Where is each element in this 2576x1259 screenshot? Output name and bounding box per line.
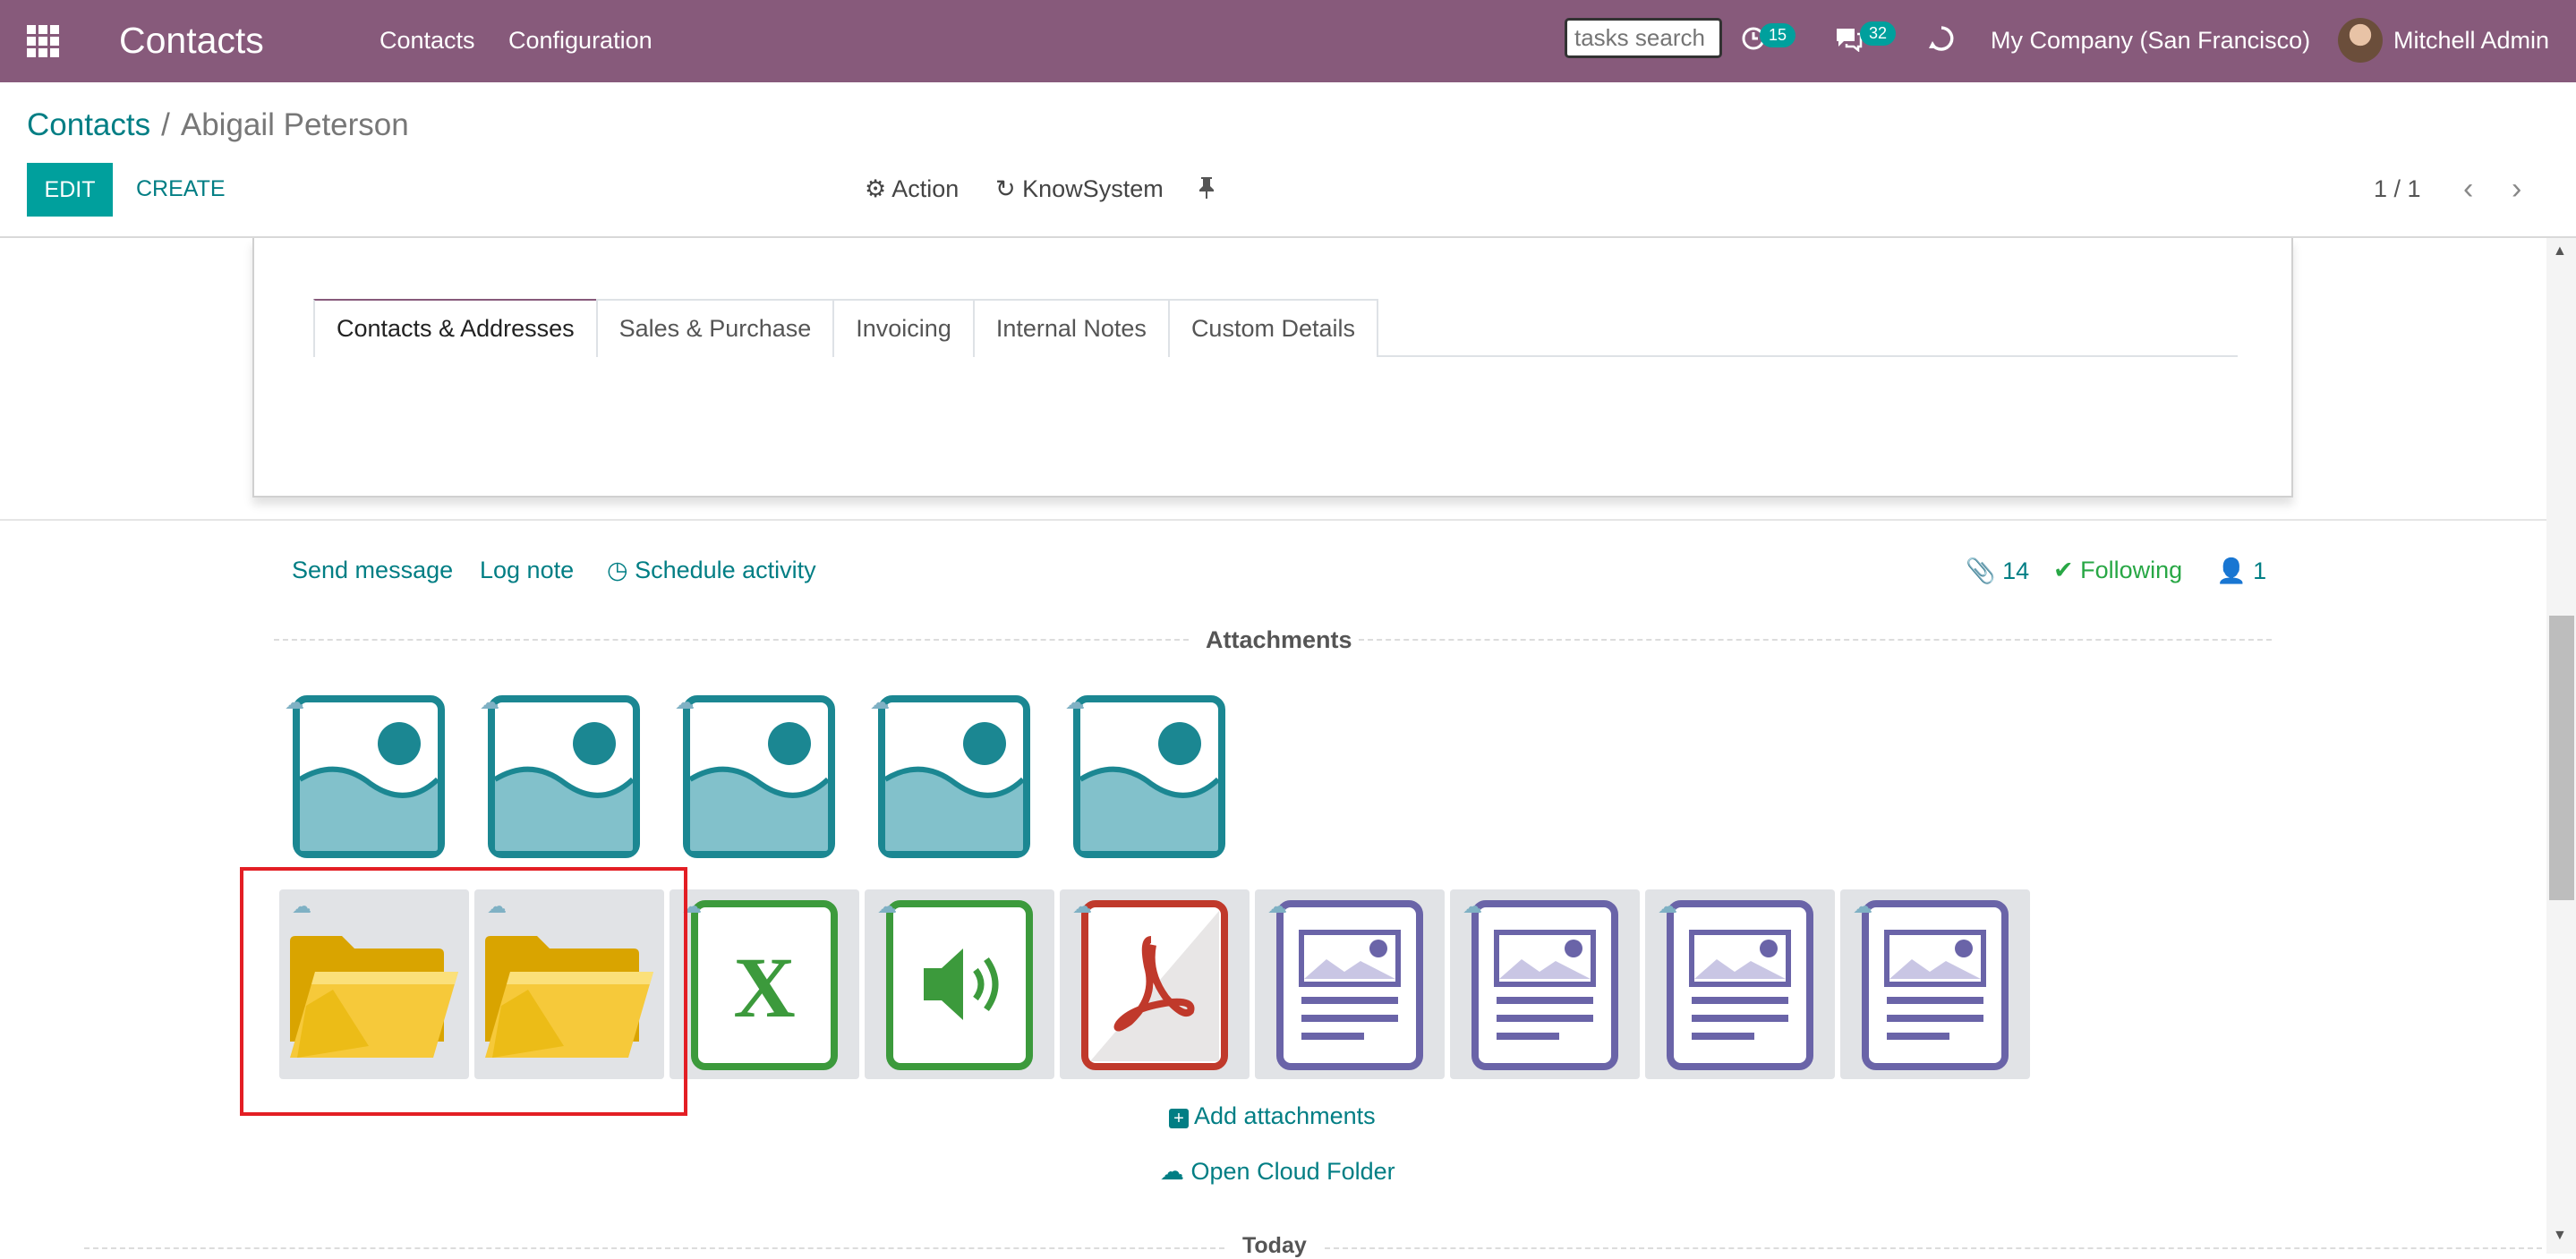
send-message-button[interactable]: Send message: [292, 557, 453, 584]
apps-menu-icon[interactable]: [27, 25, 61, 57]
control-panel: Contacts / Abigail Peterson EDIT CREATE ⚙ …: [0, 82, 2576, 238]
today-label: Today: [1242, 1233, 1307, 1258]
attachments-count: 14: [2002, 557, 2030, 584]
image-attachment-image-icon[interactable]: [682, 694, 836, 859]
create-button[interactable]: CREATE: [136, 176, 226, 202]
user-avatar[interactable]: [2338, 18, 2383, 63]
edit-button[interactable]: EDIT: [27, 163, 113, 217]
scroll-down-icon[interactable]: ▼: [2553, 1228, 2567, 1244]
pager-previous-icon[interactable]: ‹: [2463, 172, 2473, 207]
chatter-divider: [0, 519, 2546, 521]
activity-count-badge: 15: [1760, 23, 1796, 47]
cloud-sync-icon: ☁: [1267, 895, 1287, 917]
top-navbar: Contacts Contacts Configuration 15 32 My…: [0, 0, 2576, 82]
tab-contacts-addresses[interactable]: Contacts & Addresses: [313, 299, 598, 357]
selection-highlight-box: [240, 867, 687, 1116]
cloud-sync-icon: ☁: [1853, 895, 1872, 917]
scroll-up-icon[interactable]: ▲: [2553, 243, 2567, 259]
company-switcher[interactable]: My Company (San Francisco): [1991, 27, 2310, 55]
cloud-icon: ☁: [1160, 1158, 1184, 1185]
today-divider-left: [84, 1247, 1224, 1249]
clock-icon: ◷: [607, 557, 628, 583]
svg-text:X: X: [733, 940, 795, 1035]
pin-icon[interactable]: [1198, 175, 1215, 207]
action-menu[interactable]: ⚙ Action: [865, 175, 959, 203]
breadcrumb: Contacts / Abigail Peterson: [27, 107, 409, 143]
cloud-sync-icon: ☁: [285, 691, 304, 713]
breadcrumb-contacts-link[interactable]: Contacts: [27, 107, 150, 142]
paperclip-icon: 📎: [1966, 557, 1996, 584]
messages-count-badge: 32: [1860, 21, 1897, 46]
open-cloud-folder-label: Open Cloud Folder: [1190, 1158, 1395, 1185]
menu-configuration[interactable]: Configuration: [508, 27, 653, 55]
following-label: Following: [2080, 557, 2183, 583]
cloud-sync-icon: ☁: [480, 691, 499, 713]
tab-internal-notes[interactable]: Internal Notes: [972, 299, 1170, 357]
breadcrumb-current: Abigail Peterson: [180, 107, 409, 142]
tab-custom-details[interactable]: Custom Details: [1167, 299, 1378, 357]
schedule-activity-button[interactable]: ◷ Schedule activity: [607, 557, 816, 584]
user-icon: 👤: [2216, 557, 2247, 584]
user-menu[interactable]: Mitchell Admin: [2393, 27, 2549, 55]
attachments-count-button[interactable]: 📎 14: [1966, 557, 2029, 585]
cloud-sync-icon: ☁: [877, 895, 897, 917]
cloud-sync-icon: ☁: [1072, 895, 1092, 917]
breadcrumb-separator: /: [161, 107, 170, 142]
log-note-button[interactable]: Log note: [480, 557, 574, 584]
menu-contacts[interactable]: Contacts: [380, 27, 475, 55]
action-label: Action: [891, 175, 960, 202]
image-attachment-image-icon[interactable]: [877, 694, 1031, 859]
pager-next-icon[interactable]: ›: [2512, 172, 2521, 207]
messages-chat-icon[interactable]: [1833, 25, 1864, 58]
followers-button[interactable]: 👤 1: [2216, 557, 2266, 585]
tab-invoicing[interactable]: Invoicing: [832, 299, 975, 357]
gear-icon: ⚙: [865, 175, 887, 202]
cloud-sync-icon: ☁: [870, 691, 890, 713]
knowsystem-menu[interactable]: ↻ KnowSystem: [995, 175, 1164, 203]
schedule-activity-label: Schedule activity: [635, 557, 816, 583]
add-attachments-button[interactable]: + Add attachments: [1169, 1102, 1376, 1130]
cloud-sync-icon: ☁: [1065, 691, 1085, 713]
scrollbar-thumb[interactable]: [2549, 616, 2574, 900]
refresh-sync-icon[interactable]: [1926, 23, 1957, 60]
plus-square-icon: +: [1169, 1109, 1189, 1128]
knowsystem-label: KnowSystem: [1022, 175, 1164, 202]
image-attachment-image-icon[interactable]: [1072, 694, 1226, 859]
today-divider-right: [1325, 1247, 2542, 1249]
refresh-icon: ↻: [995, 175, 1016, 202]
app-title: Contacts: [119, 20, 264, 61]
cloud-sync-icon: ☁: [1658, 895, 1677, 917]
attachments-title: Attachments: [1206, 626, 1352, 653]
notebook-tabs: Contacts & Addresses Sales & Purchase In…: [313, 297, 2238, 357]
following-button[interactable]: ✔ Following: [2053, 557, 2182, 584]
check-icon: ✔: [2053, 557, 2074, 583]
pager-value: 1 / 1: [2374, 175, 2421, 202]
cloud-sync-icon: ☁: [1463, 895, 1482, 917]
add-attachments-label: Add attachments: [1194, 1102, 1376, 1129]
open-cloud-folder-button[interactable]: ☁ Open Cloud Folder: [1160, 1158, 1395, 1186]
image-attachment-image-icon[interactable]: [487, 694, 641, 859]
image-attachment-image-icon[interactable]: [292, 694, 446, 859]
tab-sales-purchase[interactable]: Sales & Purchase: [595, 299, 835, 357]
tasks-search-input[interactable]: [1565, 18, 1722, 58]
followers-count: 1: [2253, 557, 2267, 584]
cloud-sync-icon: ☁: [675, 691, 695, 713]
form-sheet: Contacts & Addresses Sales & Purchase In…: [252, 238, 2293, 498]
